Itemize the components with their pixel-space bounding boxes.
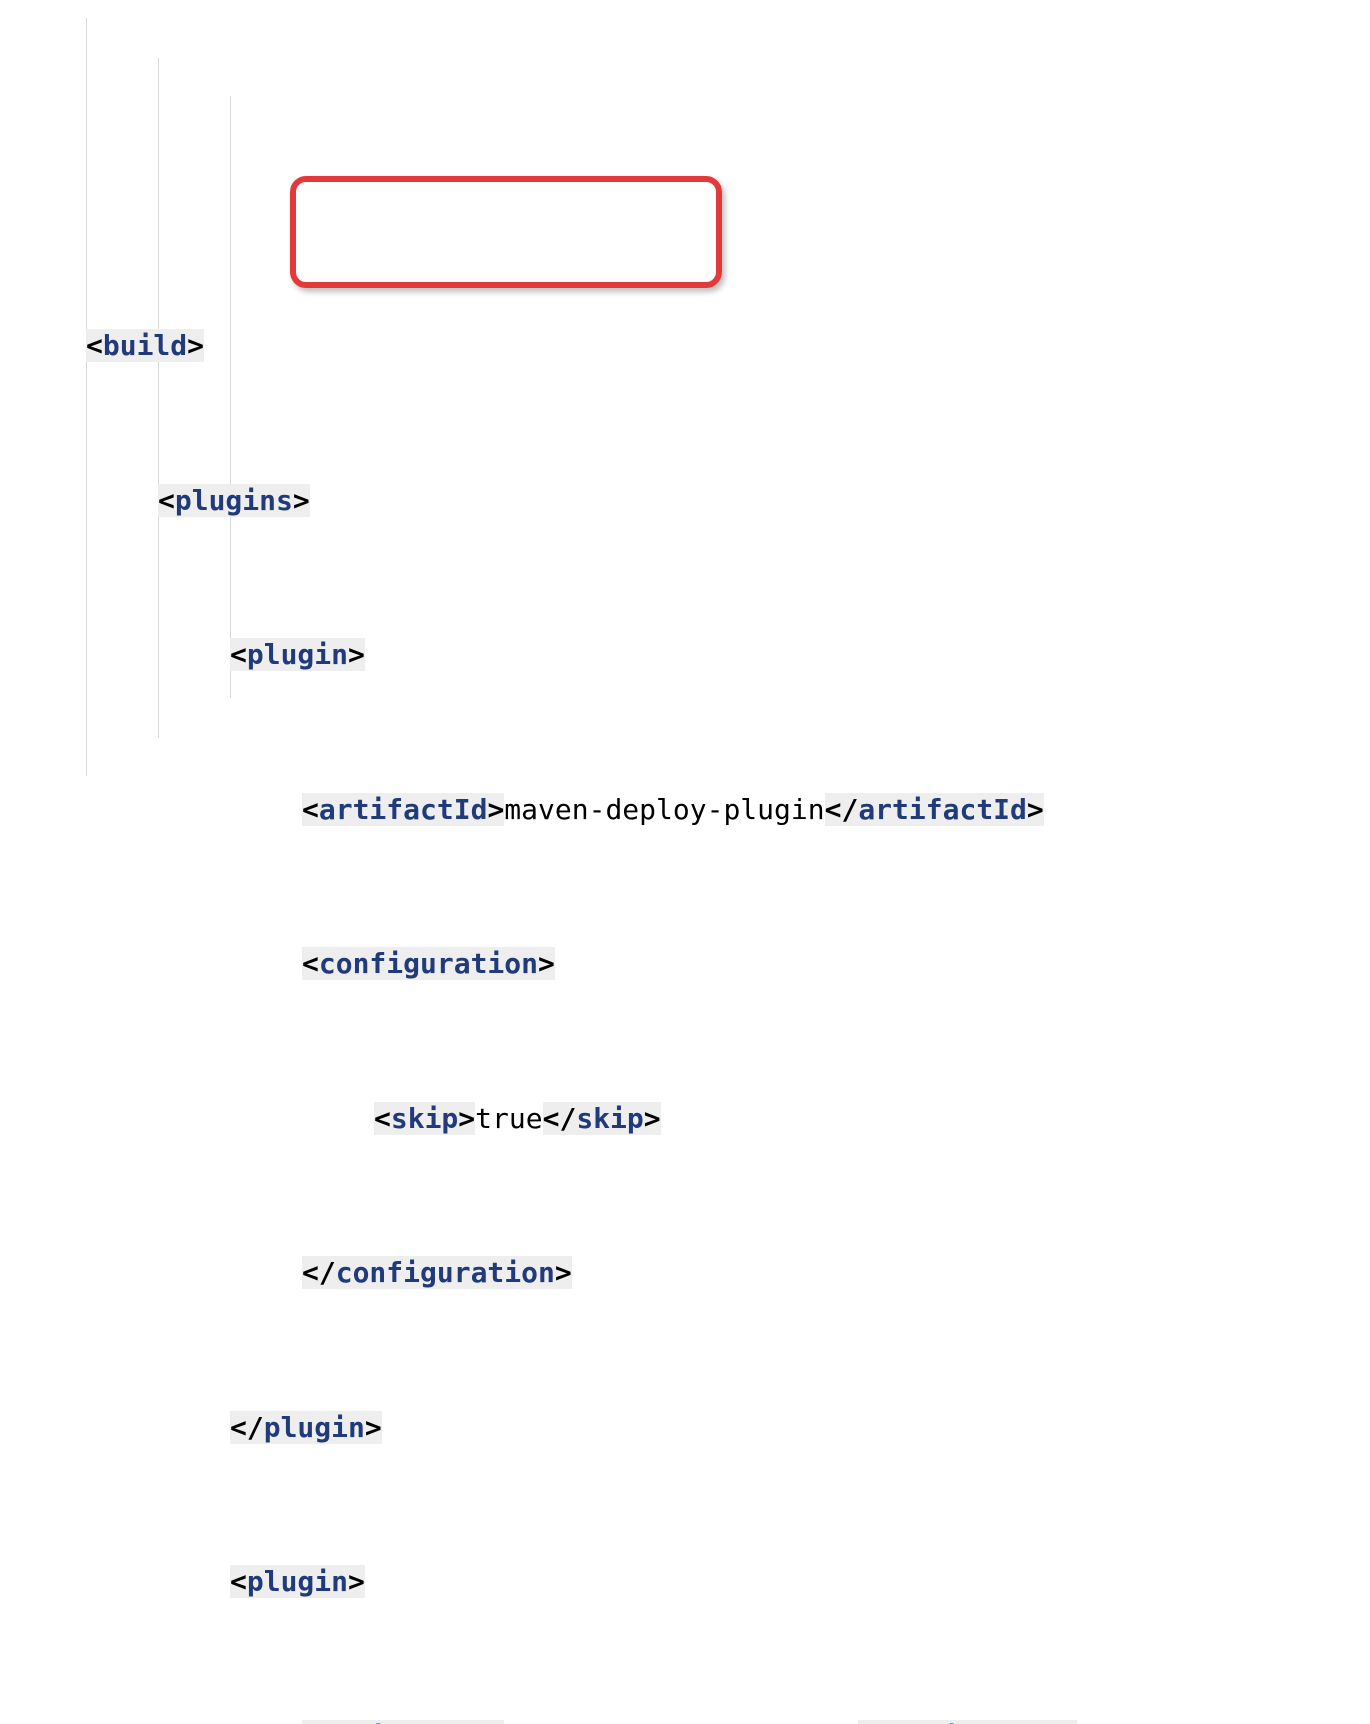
tag-build-open: build [103, 329, 187, 362]
code-line: <configuration> [14, 945, 1370, 984]
code-line: <build> [14, 327, 1370, 366]
code-line: <artifactId>maven-compiler-plugin</artif… [14, 1718, 1370, 1724]
tag-skip-close: skip [576, 1102, 643, 1135]
code-line: </configuration> [14, 1254, 1370, 1293]
tag-configuration-open-1: configuration [319, 947, 538, 980]
tag-artifactid-close-1: artifactId [858, 793, 1027, 826]
value-artifact-2: maven-compiler-plugin [504, 1720, 858, 1724]
xml-editor-viewport: <build> <plugins> <plugin> <artifactId>m… [0, 0, 1370, 862]
tag-artifactid-2: artifactId [319, 1720, 488, 1724]
tag-configuration-close-1: configuration [336, 1256, 555, 1289]
code-line: </plugin> [14, 1409, 1370, 1448]
code-line: <plugins> [14, 482, 1370, 521]
tag-artifactid-1: artifactId [319, 793, 488, 826]
code-line: <plugin> [14, 636, 1370, 675]
code-line: <plugin> [14, 1563, 1370, 1602]
code-line: <artifactId>maven-deploy-plugin</artifac… [14, 791, 1370, 830]
tag-plugins-open: plugins [175, 484, 293, 517]
indent-guide [230, 96, 231, 698]
tag-plugin-open-1: plugin [247, 638, 348, 671]
value-skip: true [475, 1102, 542, 1135]
tag-skip-open: skip [391, 1102, 458, 1135]
tag-plugin-close-1: plugin [264, 1411, 365, 1444]
tag-artifactid-close-2: artifactId [892, 1720, 1061, 1724]
tag-plugin-open-2: plugin [247, 1565, 348, 1598]
value-artifact-1: maven-deploy-plugin [504, 793, 824, 826]
highlight-annotation [290, 176, 722, 288]
code-line: <skip>true</skip> [14, 1100, 1370, 1139]
xml-code-block[interactable]: <build> <plugins> <plugin> <artifactId>m… [0, 18, 1370, 1724]
